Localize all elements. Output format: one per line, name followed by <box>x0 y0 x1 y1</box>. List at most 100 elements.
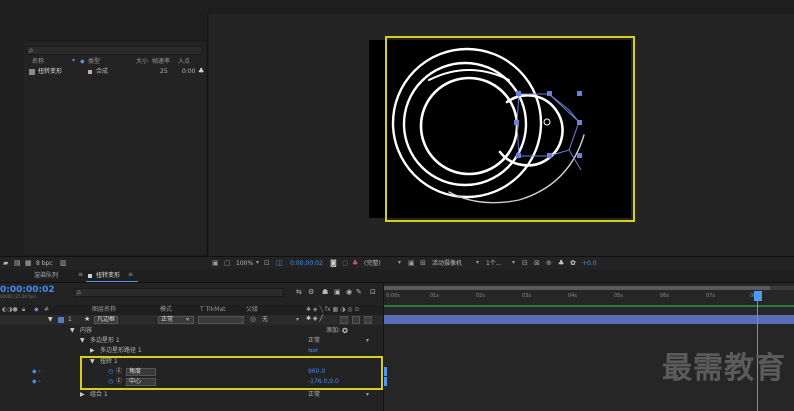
collapse-icon[interactable]: ▼ <box>80 338 85 344</box>
3d-switch[interactable] <box>364 316 372 324</box>
label-color-chip[interactable] <box>58 317 64 323</box>
grid-icon[interactable]: ◫ <box>276 260 283 267</box>
exposure-icon[interactable]: ✿ <box>570 260 576 267</box>
fx-switch[interactable] <box>340 316 348 324</box>
keyframe-nav-icon[interactable]: ◆ › <box>32 379 41 385</box>
transparency-grid-icon[interactable]: ⊞ <box>420 260 426 267</box>
panel-divider[interactable] <box>207 14 208 256</box>
col-type[interactable]: 类型 <box>88 59 100 65</box>
collapse-icon[interactable]: ▼ <box>90 359 95 365</box>
trkmat-select[interactable] <box>198 316 244 324</box>
group-mode-select[interactable]: 正常 <box>308 392 320 398</box>
time-ruler[interactable]: 0:00s 01s 02s 03s 04s 05s 06s 07s 08s <box>384 291 794 303</box>
resolution-select[interactable]: (完整) <box>364 261 381 267</box>
show-snapshot-icon[interactable]: ◌ <box>342 260 348 267</box>
twist-center-value[interactable]: -176.0,0.0 <box>308 379 339 385</box>
col-trkmat[interactable]: T TrkMat <box>200 307 226 313</box>
col-size[interactable]: 大小 <box>136 59 148 65</box>
draft-3d-icon[interactable]: ⚙ <box>308 289 314 296</box>
switches-icon[interactable]: ✱ ◈ ╲ fx ▦ ◑ ◎ ⊙ <box>306 307 359 313</box>
chevron-down-icon[interactable]: ▾ <box>398 260 401 266</box>
angle-keyframe[interactable] <box>384 367 387 376</box>
preview-icon[interactable]: ▣ <box>212 260 219 267</box>
frame-blend-switch[interactable] <box>352 316 360 324</box>
graph-editor-icon[interactable]: ✎ <box>356 289 362 296</box>
expand-icon[interactable]: ▶ <box>90 348 95 354</box>
chevron-down-icon[interactable]: ▾ <box>186 317 189 323</box>
new-comp-icon[interactable]: ▦ <box>25 260 32 267</box>
add-content-icon[interactable]: ✪ <box>342 327 348 335</box>
collapse-icon[interactable]: ▼ <box>48 317 53 323</box>
views-select[interactable]: 1个... <box>486 261 502 267</box>
col-mode[interactable]: 模式 <box>160 307 172 313</box>
tab-twist-comp[interactable]: 扭转变形 <box>96 273 120 279</box>
contents-row[interactable]: ▼ 内容 添加: ✪ <box>0 326 383 336</box>
project-search-input[interactable]: ρ. <box>26 46 202 55</box>
safe-zones-icon[interactable]: ⊡ <box>264 260 270 267</box>
col-in[interactable]: 入点 <box>178 59 190 65</box>
fast-previews-icon[interactable]: ⊠ <box>534 260 540 267</box>
flowchart-icon[interactable]: ♣ <box>198 68 204 75</box>
twist-row[interactable]: ▼ 扭转 1 <box>0 357 383 367</box>
center-keyframe[interactable] <box>384 377 387 386</box>
work-area-range[interactable] <box>384 286 770 290</box>
col-fps[interactable]: 帧速率 <box>152 59 170 65</box>
twist-angle-value[interactable]: 960.0 <box>308 369 325 375</box>
col-name[interactable]: 名称 <box>32 59 44 65</box>
expand-icon[interactable]: ▶ <box>80 392 85 398</box>
composition-viewer[interactable] <box>209 14 794 256</box>
chevron-down-icon[interactable]: ▾ <box>256 260 259 266</box>
project-item-row[interactable]: 扭转变形 合成 25 0:00 ♣ <box>26 68 204 76</box>
chevron-down-icon[interactable]: ▾ <box>512 260 515 266</box>
lock-icon[interactable]: 🔒︎ <box>22 307 25 313</box>
exposure-value[interactable]: +0.0 <box>582 261 597 267</box>
polystar-path-row[interactable]: ▶ 多边星形路径 1 ⇆⇄ <box>0 346 383 356</box>
viewer-timecode[interactable]: 0:00:00:02 <box>290 261 323 267</box>
flowchart-icon[interactable]: ♣ <box>558 260 564 267</box>
chevron-down-icon[interactable]: ▾ <box>296 317 299 323</box>
timeline-icon[interactable]: ⊕ <box>546 260 552 267</box>
menu-icon[interactable]: ≡ <box>128 272 133 278</box>
folder-icon[interactable]: ▰ <box>3 260 8 267</box>
layer-duration-bar[interactable] <box>384 315 794 324</box>
bpc-toggle[interactable]: 8 bpc <box>36 261 53 267</box>
col-layer-name[interactable]: 图层名称 <box>92 307 116 313</box>
polystar-group-row[interactable]: ▼ 多边星形 1 正常 ▾ <box>0 336 383 346</box>
collapse-icon[interactable]: ▼ <box>70 328 75 334</box>
pickwhip-icon[interactable]: ◎ <box>250 316 256 323</box>
graph-icon[interactable]: ⊡ <box>370 289 376 296</box>
twist-center-row[interactable]: ◆ › ◷ Ⓔ 中心 -176.0,0.0 <box>0 377 383 387</box>
new-folder-icon[interactable]: ▤ <box>14 260 21 267</box>
stopwatch-icon[interactable]: ◷ <box>108 369 113 375</box>
keyframe-nav-icon[interactable]: ◆ › <box>32 369 41 375</box>
col-parent[interactable]: 父级 <box>246 307 258 313</box>
chevron-down-icon[interactable]: ▾ <box>366 392 369 398</box>
chevron-down-icon[interactable]: ▾ <box>366 338 369 344</box>
menu-icon[interactable]: ≡ <box>78 272 83 278</box>
timeline-search-input[interactable]: ρ. <box>74 288 284 297</box>
stopwatch-icon[interactable]: ◷ <box>108 379 113 385</box>
zoom-select[interactable]: 100% <box>236 261 253 267</box>
frame-blending-icon[interactable]: ▣ <box>334 289 341 296</box>
sort-down-icon[interactable]: ▾ <box>72 58 75 64</box>
region-of-interest-icon[interactable]: ▣ <box>408 260 415 267</box>
shy-layers-icon[interactable]: ☗ <box>322 289 328 296</box>
toggle-pixel-aspect-icon[interactable]: ⊟ <box>522 260 528 267</box>
motion-blur-icon[interactable]: ◉ <box>346 289 352 296</box>
camera-select[interactable]: 活动摄像机 <box>432 261 462 267</box>
layer-switches-icon[interactable]: ✱ ◈ ╱ <box>306 316 323 322</box>
tab-render-queue[interactable]: 渲染队列 <box>34 273 58 279</box>
av-switches-icon[interactable]: ◐◑● <box>2 307 18 313</box>
comp-mini-flowchart-icon[interactable]: ⇆ <box>296 289 302 296</box>
snapshot-icon[interactable]: ◙ <box>330 260 337 267</box>
mask-visibility-icon[interactable]: ▢ <box>224 260 231 267</box>
layer-row[interactable]: ▼ 1 ★ 凡边框 正常 ▾ ◎ 无 ▾ ✱ ◈ ╱ <box>0 315 383 325</box>
parent-select[interactable]: 无 <box>262 317 268 323</box>
twist-angle-row[interactable]: ◆ › ◷ Ⓔ 角度 960.0 <box>0 367 383 377</box>
chevron-down-icon[interactable]: ▾ <box>476 260 479 266</box>
path-direction-icon[interactable]: ⇆⇄ <box>308 348 318 354</box>
color-channel-icon[interactable]: ♣ <box>352 260 358 267</box>
trash-icon[interactable]: ▥ <box>60 260 67 267</box>
work-area-bar[interactable] <box>384 286 794 290</box>
polystar-mode-select[interactable]: 正常 <box>308 338 320 344</box>
